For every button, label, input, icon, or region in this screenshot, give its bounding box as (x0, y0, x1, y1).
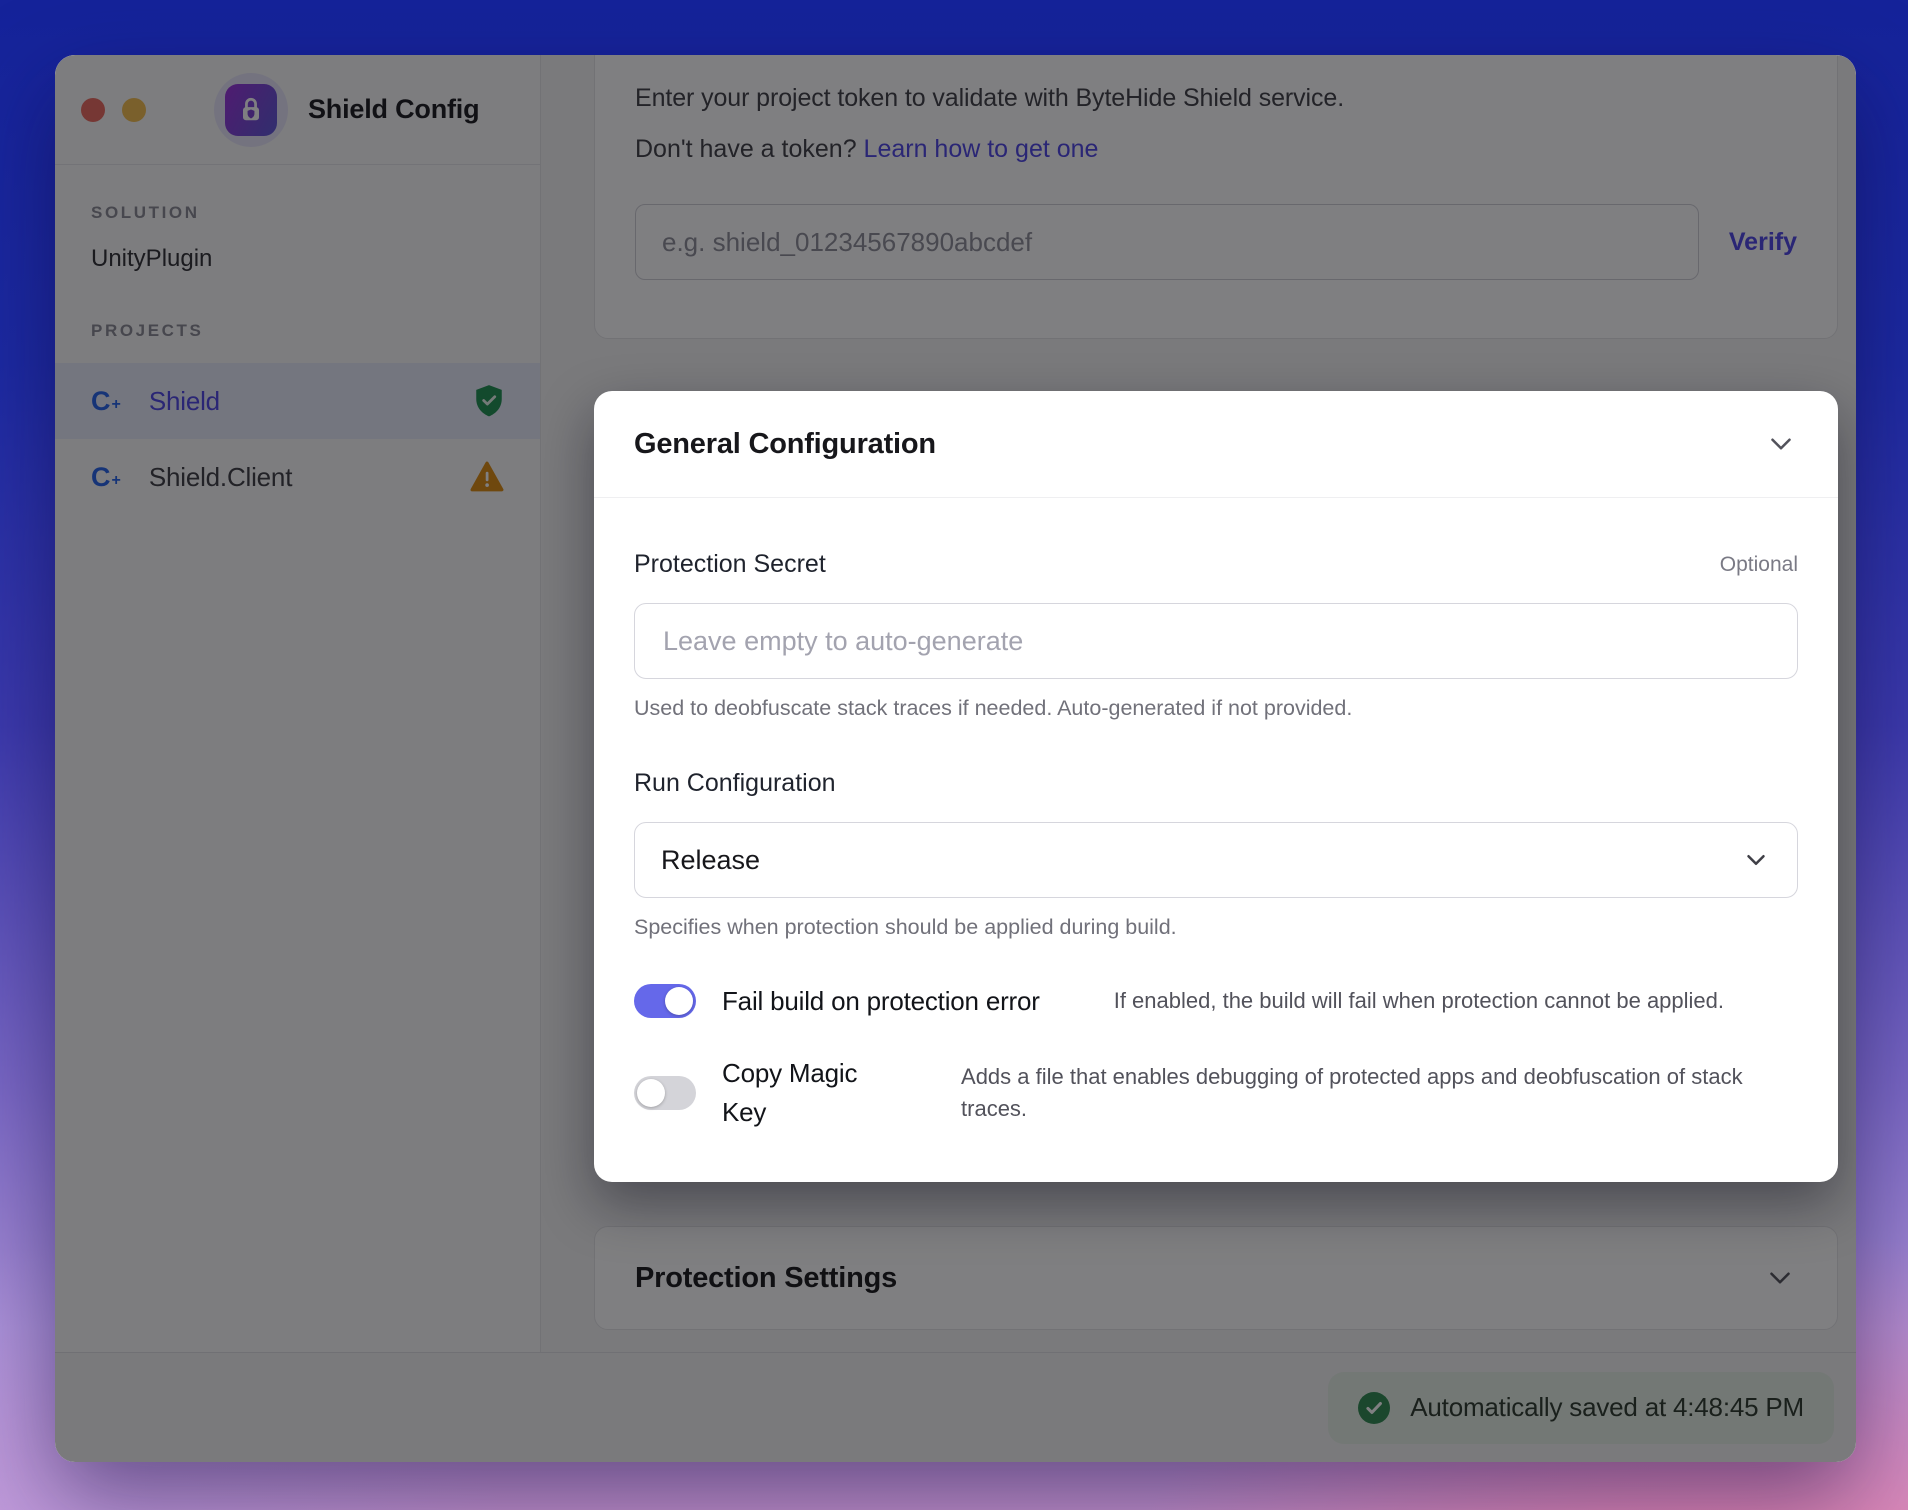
protection-secret-input[interactable] (634, 603, 1798, 679)
general-configuration-card: General Configuration Protection Secret … (594, 391, 1838, 1182)
token-instruction: Enter your project token to validate wit… (635, 84, 1797, 113)
csharp-icon: C+ (91, 388, 121, 415)
projects-section-header: PROJECTS (55, 321, 540, 341)
sidebar: Shield Config SOLUTION UnityPlugin PROJE… (55, 55, 541, 1352)
protection-secret-label: Protection Secret (634, 550, 826, 579)
chevron-down-icon[interactable] (1764, 427, 1798, 461)
token-card: Enter your project token to validate wit… (594, 55, 1838, 339)
protection-secret-help: Used to deobfuscate stack traces if need… (634, 696, 1798, 721)
sidebar-item-project-shield[interactable]: C+ Shield (55, 363, 540, 439)
check-circle-icon (1358, 1392, 1390, 1424)
section-title: General Configuration (634, 428, 936, 461)
copy-magic-key-description: Adds a file that enables debugging of pr… (961, 1061, 1798, 1125)
csharp-icon: C+ (91, 464, 121, 491)
project-name: Shield.Client (149, 462, 292, 493)
learn-how-link[interactable]: Learn how to get one (864, 135, 1099, 163)
titlebar: Shield Config (55, 55, 540, 165)
sidebar-item-project-shield-client[interactable]: C+ Shield.Client (55, 439, 540, 515)
minimize-button[interactable] (122, 98, 146, 122)
autosave-message: Automatically saved at 4:48:45 PM (1410, 1392, 1804, 1423)
protection-settings-header[interactable]: Protection Settings (595, 1227, 1837, 1329)
shield-check-icon (474, 384, 504, 418)
section-title: Protection Settings (635, 1262, 897, 1295)
window-title: Shield Config (308, 94, 479, 125)
general-configuration-header[interactable]: General Configuration (594, 391, 1838, 497)
fail-build-description: If enabled, the build will fail when pro… (1114, 985, 1724, 1017)
autosave-badge: Automatically saved at 4:48:45 PM (1328, 1372, 1834, 1444)
protection-settings-card: Protection Settings (594, 1226, 1838, 1330)
optional-badge: Optional (1720, 553, 1798, 577)
solution-section-header: SOLUTION (55, 203, 540, 223)
selected-option: Release (661, 845, 760, 876)
fail-build-toggle[interactable] (634, 984, 696, 1018)
main-content: Enter your project token to validate wit… (542, 55, 1856, 1352)
no-token-text: Don't have a token? (635, 135, 864, 163)
copy-magic-key-toggle[interactable] (634, 1076, 696, 1110)
project-token-input[interactable] (635, 204, 1699, 280)
app-window: Shield Config SOLUTION UnityPlugin PROJE… (55, 55, 1856, 1462)
run-configuration-label: Run Configuration (634, 769, 836, 798)
token-help-line: Don't have a token? Learn how to get one (635, 135, 1797, 164)
run-configuration-select[interactable]: Release (634, 822, 1798, 898)
lock-shield-icon (225, 84, 277, 136)
fail-build-label: Fail build on protection error (722, 986, 1040, 1017)
close-button[interactable] (81, 98, 105, 122)
project-name: Shield (149, 386, 220, 417)
status-bar: Automatically saved at 4:48:45 PM (55, 1352, 1856, 1462)
sidebar-item-solution[interactable]: UnityPlugin (55, 245, 540, 273)
copy-magic-key-label: Copy Magic Key (722, 1054, 871, 1132)
chevron-down-icon[interactable] (1763, 1261, 1797, 1295)
chevron-down-icon (1741, 845, 1771, 875)
run-configuration-help: Specifies when protection should be appl… (634, 915, 1798, 940)
warning-triangle-icon (470, 461, 504, 493)
app-icon-halo (214, 73, 288, 147)
verify-button[interactable]: Verify (1729, 228, 1797, 257)
